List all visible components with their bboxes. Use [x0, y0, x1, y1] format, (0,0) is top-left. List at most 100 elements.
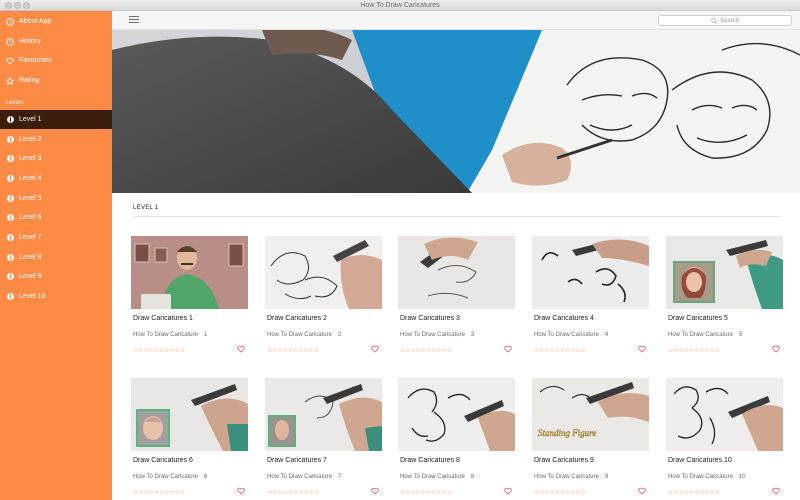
info-circle-icon	[6, 234, 14, 242]
sidebar-item-label: History	[19, 38, 41, 45]
rating-stars[interactable]: ☆☆☆☆☆☆☆☆☆☆	[400, 489, 452, 496]
rating-stars[interactable]: ☆☆☆☆☆☆☆☆☆☆	[534, 489, 586, 496]
sidebar-item-label: Level 9	[19, 273, 42, 280]
video-thumbnail	[131, 236, 248, 309]
favourite-heart-icon[interactable]	[371, 487, 379, 495]
favourite-heart-icon[interactable]	[772, 345, 780, 353]
video-thumbnail	[666, 236, 783, 309]
search-icon	[711, 17, 717, 24]
sidebar-item-level-8[interactable]: Level 8	[0, 248, 112, 267]
card-title: Draw Caricatures 7	[267, 457, 327, 464]
card-subtitle: How To Draw Caricature 2	[267, 332, 342, 338]
card-title: Draw Caricatures 6	[133, 457, 193, 464]
search-field[interactable]: Search	[658, 15, 792, 26]
sidebar-item-level-4[interactable]: Level 4	[0, 169, 112, 188]
rating-stars[interactable]: ☆☆☆☆☆☆☆☆☆☆	[133, 489, 185, 496]
card-title: Draw Caricatures 10	[668, 457, 732, 464]
sidebar-item-label: Level 5	[19, 195, 42, 202]
sidebar-item-label: Level 6	[19, 214, 42, 221]
sidebar-item-history[interactable]: History	[0, 32, 112, 51]
card-subtitle: How To Draw Caricature 7	[267, 474, 342, 480]
favourite-heart-icon[interactable]	[638, 487, 646, 495]
video-card[interactable]: Draw Caricatures 1 How To Draw Caricatur…	[131, 236, 248, 361]
video-thumbnail	[398, 378, 515, 451]
info-circle-icon	[6, 195, 14, 203]
svg-text:Standing Figure: Standing Figure	[538, 428, 596, 438]
sidebar-item-favourites[interactable]: Favourites	[0, 51, 112, 70]
video-card[interactable]: Draw Caricatures 4 How To Draw Caricatur…	[532, 236, 649, 361]
sidebar-item-rating[interactable]: Rating	[0, 71, 112, 90]
card-title: Draw Caricatures 5	[668, 315, 728, 322]
rating-stars[interactable]: ☆☆☆☆☆☆☆☆☆☆	[668, 489, 720, 496]
sidebar-item-label: Level 10	[19, 293, 46, 300]
card-title: Draw Caricatures 3	[400, 315, 460, 322]
favourite-heart-icon[interactable]	[504, 487, 512, 495]
menu-icon[interactable]	[129, 16, 139, 24]
sidebar-item-level-1[interactable]: Level 1	[0, 110, 112, 129]
info-circle-icon	[6, 155, 14, 163]
favourite-heart-icon[interactable]	[504, 345, 512, 353]
clock-icon	[6, 37, 14, 46]
rating-stars[interactable]: ☆☆☆☆☆☆☆☆☆☆	[668, 347, 720, 354]
rating-stars[interactable]: ☆☆☆☆☆☆☆☆☆☆	[534, 347, 586, 354]
sidebar-item-label: Favourites	[19, 57, 52, 64]
favourite-heart-icon[interactable]	[638, 345, 646, 353]
sidebar-item-label: Level 8	[19, 254, 42, 261]
sidebar-item-level-7[interactable]: Level 7	[0, 228, 112, 247]
section-title: LEVEL 1	[133, 205, 159, 211]
sidebar-item-level-3[interactable]: Level 3	[0, 149, 112, 168]
sidebar-item-level-5[interactable]: Level 5	[0, 189, 112, 208]
card-title: Draw Caricatures 4	[534, 315, 594, 322]
video-thumbnail	[532, 236, 649, 309]
search-placeholder: Search	[719, 17, 739, 24]
sidebar-item-label: Level 3	[19, 155, 42, 162]
hero-banner-image	[112, 30, 800, 193]
video-card[interactable]: Standing Figure Draw Caricatures 9 How T…	[532, 378, 649, 500]
video-card[interactable]: Draw Caricatures 7 How To Draw Caricatur…	[265, 378, 382, 500]
card-subtitle: How To Draw Caricature 10	[668, 474, 746, 480]
video-thumbnail	[265, 378, 382, 451]
info-circle-icon	[6, 136, 14, 144]
video-card[interactable]: Draw Caricatures 5 How To Draw Caricatur…	[666, 236, 783, 361]
favourite-heart-icon[interactable]	[772, 487, 780, 495]
card-subtitle: How To Draw Caricature 1	[133, 332, 208, 338]
video-card[interactable]: Draw Caricatures 2 How To Draw Caricatur…	[265, 236, 382, 361]
card-subtitle: How To Draw Caricature 9	[534, 474, 609, 480]
favourite-heart-icon[interactable]	[371, 345, 379, 353]
favourite-heart-icon[interactable]	[237, 487, 245, 495]
sidebar-item-label: About App	[19, 18, 52, 25]
favourite-heart-icon[interactable]	[237, 345, 245, 353]
video-thumbnail	[666, 378, 783, 451]
video-card[interactable]: Draw Caricatures 6 How To Draw Caricatur…	[131, 378, 248, 500]
info-circle-icon	[6, 175, 14, 183]
video-card[interactable]: Draw Caricatures 8 How To Draw Caricatur…	[398, 378, 515, 500]
card-subtitle: How To Draw Caricature 8	[400, 474, 475, 480]
sidebar-item-label: Level 1	[19, 116, 42, 123]
rating-stars[interactable]: ☆☆☆☆☆☆☆☆☆☆	[133, 347, 185, 354]
sidebar-item-level-2[interactable]: Level 2	[0, 130, 112, 149]
rating-stars[interactable]: ☆☆☆☆☆☆☆☆☆☆	[267, 489, 319, 496]
sidebar-item-label: Level 2	[19, 136, 42, 143]
section-divider	[133, 216, 781, 217]
sidebar-item-label: Level 4	[19, 175, 42, 182]
info-icon	[6, 17, 14, 26]
rating-stars[interactable]: ☆☆☆☆☆☆☆☆☆☆	[400, 347, 452, 354]
info-circle-icon	[6, 293, 14, 301]
sidebar-item-level-6[interactable]: Level 6	[0, 208, 112, 227]
video-thumbnail	[265, 236, 382, 309]
rating-stars[interactable]: ☆☆☆☆☆☆☆☆☆☆	[267, 347, 319, 354]
sidebar-item-level-9[interactable]: Level 9	[0, 267, 112, 286]
sidebar: About App History Favourites Rating Leve…	[0, 11, 112, 500]
star-icon	[6, 76, 14, 85]
sidebar-item-about-app[interactable]: About App	[0, 12, 112, 31]
info-circle-icon	[6, 273, 14, 281]
card-title: Draw Caricatures 9	[534, 457, 594, 464]
sidebar-item-level-10[interactable]: Level 10	[0, 287, 112, 306]
card-subtitle: How To Draw Caricature 3	[400, 332, 475, 338]
card-title: Draw Caricatures 8	[400, 457, 460, 464]
info-circle-icon	[6, 214, 14, 222]
card-subtitle: How To Draw Caricature 4	[534, 332, 609, 338]
video-card[interactable]: Draw Caricatures 3 How To Draw Caricatur…	[398, 236, 515, 361]
video-thumbnail: Standing Figure	[532, 378, 649, 451]
video-card[interactable]: Draw Caricatures 10 How To Draw Caricatu…	[666, 378, 783, 500]
